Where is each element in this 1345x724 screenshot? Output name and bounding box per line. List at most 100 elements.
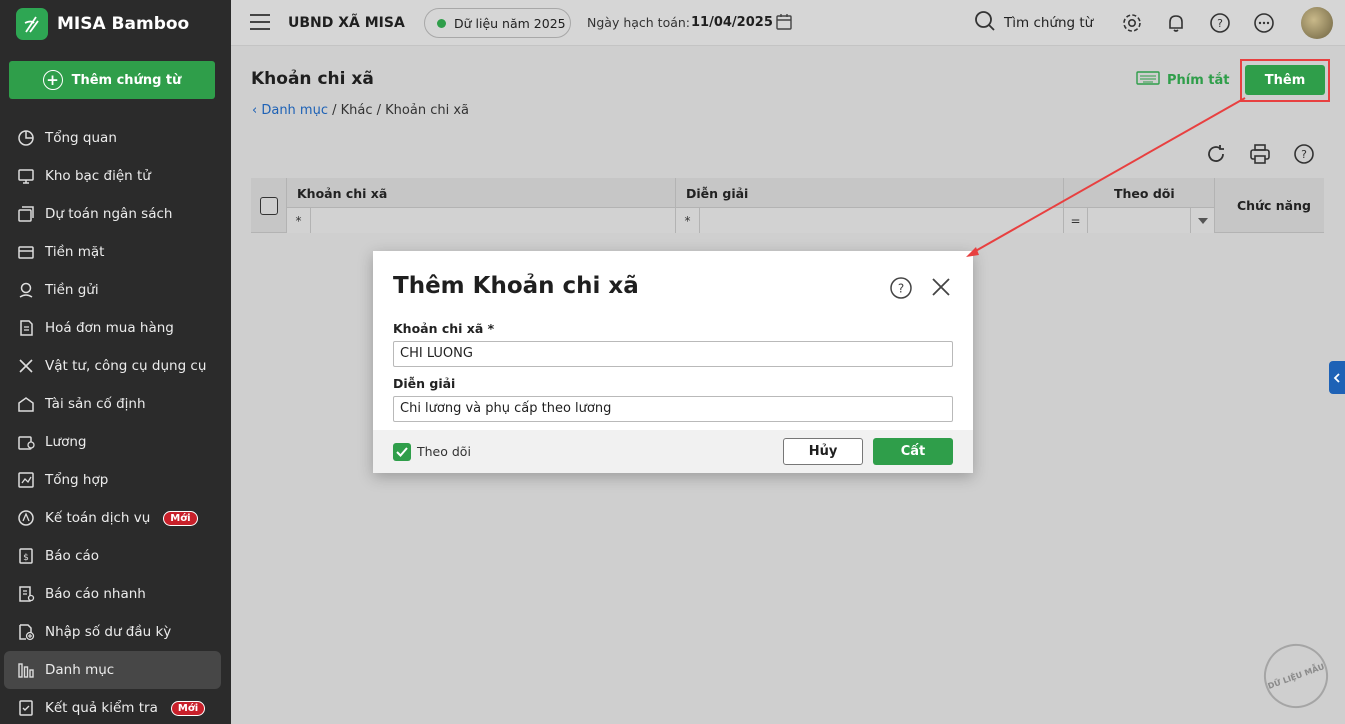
sidebar-item-budget[interactable]: Dự toán ngân sách <box>0 195 231 233</box>
sidebar-item-label: Kho bạc điện tử <box>45 168 151 184</box>
avatar[interactable] <box>1301 7 1333 39</box>
pie-chart-icon <box>16 128 36 148</box>
sidebar-item-report[interactable]: $ Báo cáo <box>0 537 231 575</box>
search-label: Tìm chứng từ <box>1004 15 1094 31</box>
brand[interactable]: MISA Bamboo <box>0 0 231 48</box>
description-label: Diễn giải <box>393 376 456 391</box>
sidebar-item-supplies[interactable]: Vật tư, công cụ dụng cụ <box>0 347 231 385</box>
topbar: UBND XÃ MISA Dữ liệu năm 2025 Ngày hạch … <box>231 0 1345 46</box>
posting-date-value[interactable]: 11/04/2025 <box>691 15 773 30</box>
status-dot-icon <box>437 18 446 28</box>
chevron-down-icon[interactable] <box>1190 208 1214 233</box>
building-icon <box>16 394 36 414</box>
monitor-icon <box>16 166 36 186</box>
filter-operator[interactable]: = <box>1064 208 1088 233</box>
cancel-button[interactable]: Hủy <box>783 438 863 465</box>
select-all-column <box>251 178 287 233</box>
column-expense-item[interactable]: Khoản chi xã * <box>287 178 676 233</box>
sidebar-item-label: Dự toán ngân sách <box>45 206 173 222</box>
org-name[interactable]: UBND XÃ MISA <box>288 15 405 31</box>
follow-label: Theo dõi <box>417 444 471 459</box>
add-button[interactable]: Thêm <box>1245 65 1325 95</box>
sidebar-item-salary[interactable]: Lương <box>0 423 231 461</box>
filter-operator[interactable]: * <box>287 208 311 233</box>
save-button[interactable]: Cất <box>873 438 953 465</box>
sidebar-nav: Tổng quan Kho bạc điện tử Dự toán ngân s… <box>0 119 231 724</box>
invoice-icon <box>16 318 36 338</box>
print-icon[interactable] <box>1249 143 1271 165</box>
sidebar-item-service-accounting[interactable]: Kế toán dịch vụ Mới <box>0 499 231 537</box>
filter-row[interactable]: = <box>1064 207 1214 233</box>
column-description[interactable]: Diễn giải * <box>676 178 1064 233</box>
shortcut-button[interactable]: Phím tắt <box>1136 71 1230 89</box>
shortcut-label: Phím tắt <box>1167 72 1230 88</box>
gear-icon[interactable] <box>1121 12 1143 34</box>
column-function: Chức năng <box>1215 178 1324 233</box>
follow-checkbox[interactable] <box>393 443 411 461</box>
breadcrumb: ‹ Danh mục / Khác / Khoản chi xã <box>252 103 469 118</box>
budget-icon <box>16 204 36 224</box>
help-icon[interactable]: ? <box>1293 143 1315 165</box>
summary-icon <box>16 470 36 490</box>
sidebar-item-deposit[interactable]: Tiền gửi <box>0 271 231 309</box>
select-all-checkbox[interactable] <box>260 197 278 215</box>
sidebar-item-label: Tài sản cố định <box>45 396 146 412</box>
sidebar-item-invoice[interactable]: Hoá đơn mua hàng <box>0 309 231 347</box>
filter-row[interactable]: * <box>287 207 675 233</box>
data-year-label: Dữ liệu năm 2025 <box>454 15 566 31</box>
column-follow[interactable]: Theo dõi = <box>1064 178 1215 233</box>
chevron-left-icon <box>1333 372 1340 383</box>
sidebar-item-cash[interactable]: Tiền mặt <box>0 233 231 271</box>
search-vouchers[interactable]: Tìm chứng từ <box>974 10 1093 36</box>
sidebar-item-opening-balance[interactable]: Nhập số dư đầu kỳ <box>0 613 231 651</box>
svg-text:$: $ <box>23 553 29 563</box>
service-icon <box>16 508 36 528</box>
sidebar-item-label: Nhập số dư đầu kỳ <box>45 624 172 640</box>
sidebar-item-check-result[interactable]: Kết quả kiểm tra Mới <box>0 689 231 724</box>
calendar-icon[interactable] <box>775 13 793 35</box>
new-badge: Mới <box>170 700 206 716</box>
sidebar-item-quick-report[interactable]: Báo cáo nhanh <box>0 575 231 613</box>
column-header: Chức năng <box>1237 198 1311 213</box>
brand-name: MISA Bamboo <box>57 14 190 34</box>
description-input[interactable]: Chi lương và phụ cấp theo lương <box>393 396 953 422</box>
filter-operator[interactable]: * <box>676 208 700 233</box>
filter-row[interactable]: * <box>676 207 1063 233</box>
close-icon[interactable] <box>930 276 952 302</box>
sidebar-item-summary[interactable]: Tổng hợp <box>0 461 231 499</box>
collapse-panel-button[interactable] <box>1329 361 1345 394</box>
sidebar-item-label: Kế toán dịch vụ <box>45 510 151 526</box>
help-icon[interactable]: ? <box>1209 12 1231 34</box>
quick-report-icon <box>16 584 36 604</box>
sidebar-item-label: Báo cáo <box>45 548 100 564</box>
sidebar-item-overview[interactable]: Tổng quan <box>0 119 231 157</box>
bamboo-logo-icon <box>16 8 48 40</box>
hamburger-menu-icon[interactable] <box>250 14 270 30</box>
search-icon <box>974 10 996 36</box>
add-expense-dialog: Thêm Khoản chi xã ? Khoản chi xã * CHI L… <box>373 251 973 473</box>
sidebar-item-label: Lương <box>45 434 87 450</box>
expense-item-input[interactable]: CHI LUONG <box>393 341 953 367</box>
bell-icon[interactable] <box>1165 12 1187 34</box>
breadcrumb-back-link[interactable]: ‹ Danh mục <box>252 103 328 118</box>
sidebar-item-treasury[interactable]: Kho bạc điện tử <box>0 157 231 195</box>
data-year-selector[interactable]: Dữ liệu năm 2025 <box>424 8 571 38</box>
salary-icon <box>16 432 36 452</box>
svg-text:?: ? <box>1217 17 1223 30</box>
sidebar-item-category[interactable]: Danh mục <box>4 651 221 689</box>
check-result-icon <box>16 698 36 718</box>
breadcrumb-link-label: Danh mục <box>261 103 328 118</box>
help-icon[interactable]: ? <box>889 276 913 304</box>
sidebar-item-label: Tiền gửi <box>45 282 99 298</box>
sidebar-item-fixed-assets[interactable]: Tài sản cố định <box>0 385 231 423</box>
data-grid: Khoản chi xã * Diễn giải * Theo dõi = Ch… <box>251 178 1324 233</box>
refresh-icon[interactable] <box>1205 143 1227 165</box>
sidebar-item-label: Vật tư, công cụ dụng cụ <box>45 358 207 374</box>
report-icon: $ <box>16 546 36 566</box>
sidebar-item-label: Kết quả kiểm tra <box>45 700 158 716</box>
more-options-icon[interactable] <box>1253 12 1275 34</box>
svg-text:?: ? <box>898 282 904 296</box>
add-voucher-button[interactable]: + Thêm chứng từ <box>9 61 215 99</box>
sidebar: MISA Bamboo + Thêm chứng từ Tổng quan Kh… <box>0 0 231 724</box>
tools-icon <box>16 356 36 376</box>
